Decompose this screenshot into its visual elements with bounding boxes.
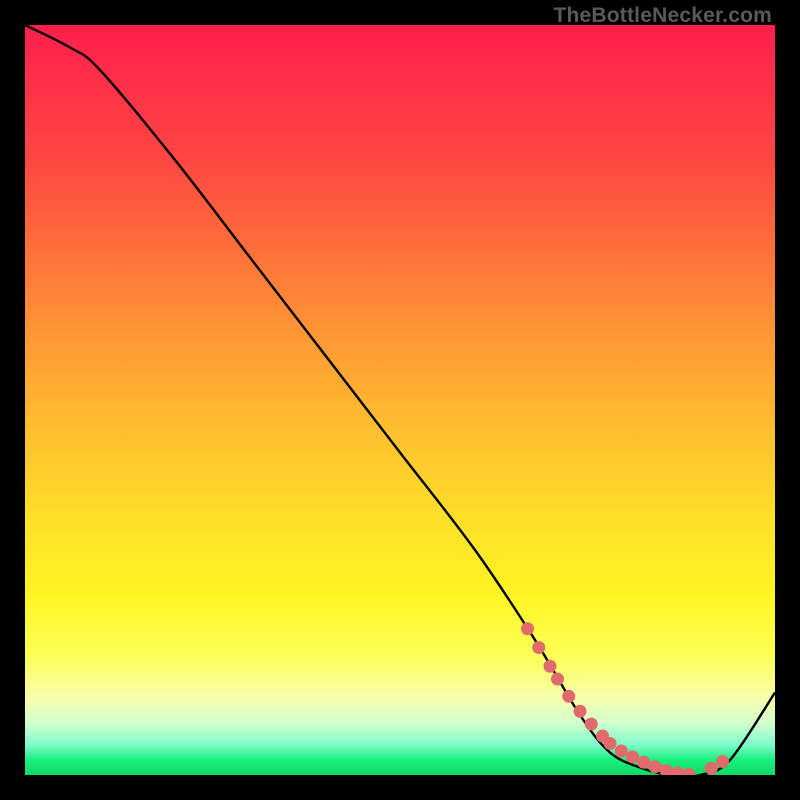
curve-marker [671, 766, 684, 775]
curve-marker [626, 751, 639, 764]
curve-marker [637, 756, 650, 769]
curve-marker [660, 764, 673, 775]
curve-marker [544, 660, 557, 673]
curve-marker [716, 755, 729, 768]
curve-marker [585, 718, 598, 731]
curve-marker [562, 690, 575, 703]
bottleneck-curve [25, 25, 775, 775]
curve-marker [551, 673, 564, 686]
curve-marker [532, 641, 545, 654]
chart-frame: TheBottleNecker.com [0, 0, 800, 800]
curve-svg [25, 25, 775, 775]
curve-marker [521, 622, 534, 635]
curve-marker [649, 760, 662, 773]
curve-marker [574, 705, 587, 718]
curve-marker [705, 762, 718, 775]
curve-marker [604, 737, 617, 750]
plot-area [25, 25, 775, 775]
curve-markers [521, 622, 729, 775]
curve-marker [615, 745, 628, 758]
curve-marker [682, 768, 695, 775]
